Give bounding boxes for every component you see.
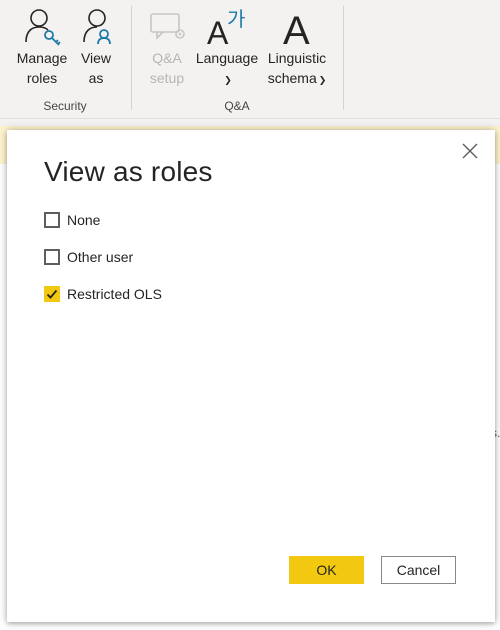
linguistic-icon-letter: A — [283, 9, 310, 48]
ok-button[interactable]: OK — [289, 556, 364, 584]
security-group: Manage roles View as Security — [0, 0, 130, 118]
linguistic-schema-label-1: Linguistic — [267, 50, 327, 66]
qa-group-label: Q&A — [224, 99, 250, 113]
language-icon: A 가 — [207, 7, 245, 48]
chevron-down-icon: ❯ — [224, 75, 232, 85]
language-label: Language — [195, 50, 259, 66]
close-icon — [462, 143, 478, 159]
checkmark-icon — [46, 289, 58, 299]
checkbox[interactable] — [44, 212, 60, 228]
cancel-button[interactable]: Cancel — [381, 556, 456, 584]
option-label: None — [67, 212, 101, 228]
chevron-down-icon: ❯ — [318, 75, 327, 85]
language-button[interactable]: A 가 Language ❯ — [194, 4, 260, 90]
manage-roles-label-1: Manage — [16, 50, 68, 66]
view-as-button[interactable]: View as — [76, 4, 116, 88]
qa-setup-icon — [150, 13, 185, 40]
language-icon-korean: 가 — [227, 7, 245, 31]
manage-roles-icon — [25, 9, 61, 46]
qa-setup-label-2: setup — [149, 70, 185, 86]
ribbon: Manage roles View as Security Q&A setup … — [0, 0, 500, 119]
qa-setup-button[interactable]: Q&A setup — [144, 4, 190, 88]
option-label: Other user — [67, 249, 134, 265]
linguistic-schema-label-2: schema — [267, 70, 317, 86]
view-as-roles-dialog: View as roles None Other user Restricted… — [7, 130, 495, 622]
option-none[interactable]: None — [44, 212, 100, 228]
view-as-label-2: as — [88, 70, 104, 86]
linguistic-schema-button[interactable]: A Linguistic schema ❯ — [264, 4, 330, 90]
view-as-icon — [83, 9, 111, 45]
group-divider — [343, 6, 344, 110]
language-icon-latin: A — [207, 15, 229, 48]
dialog-title: View as roles — [44, 156, 213, 187]
qa-group: Q&A setup A 가 Language ❯ A Linguistic sc… — [132, 0, 342, 118]
checkbox[interactable] — [44, 249, 60, 265]
qa-setup-label-1: Q&A — [152, 50, 182, 66]
checkbox-checked[interactable] — [44, 286, 60, 302]
close-button[interactable] — [459, 140, 481, 162]
security-group-label: Security — [43, 99, 87, 113]
manage-roles-button[interactable]: Manage roles — [10, 4, 74, 88]
option-restricted-ols[interactable]: Restricted OLS — [44, 286, 162, 302]
option-label: Restricted OLS — [67, 286, 162, 302]
manage-roles-label-2: roles — [26, 70, 58, 86]
option-other-user[interactable]: Other user — [44, 249, 133, 265]
view-as-label-1: View — [80, 50, 112, 66]
linguistic-schema-icon: A — [283, 9, 310, 48]
